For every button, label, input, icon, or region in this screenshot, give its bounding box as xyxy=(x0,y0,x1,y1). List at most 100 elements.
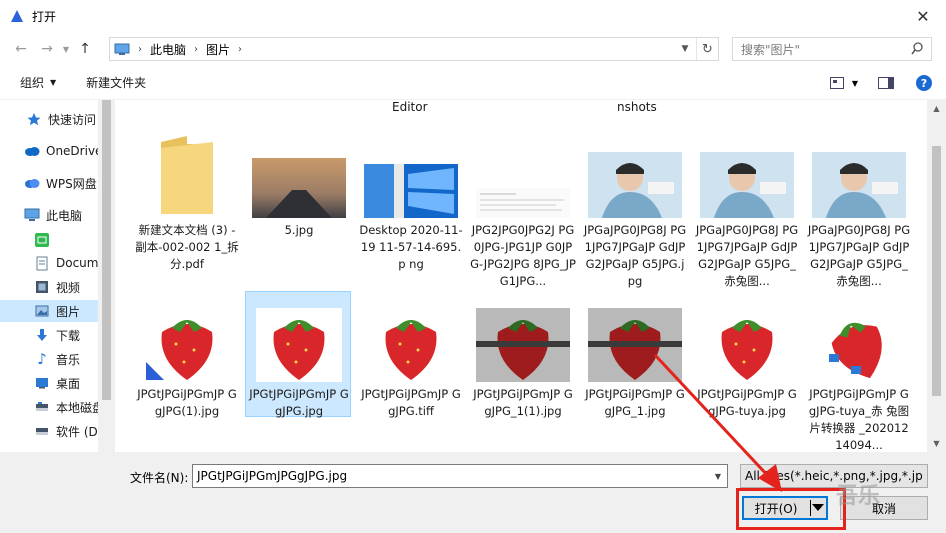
help-button[interactable]: ? xyxy=(916,75,932,91)
forward-button[interactable]: → xyxy=(34,36,60,62)
back-button[interactable]: ← xyxy=(8,36,34,62)
view-options-chevron-icon[interactable]: ▼ xyxy=(852,79,858,88)
file-list-scrollbar[interactable]: ▲ ▼ xyxy=(927,100,946,452)
pictures-icon xyxy=(34,303,50,319)
watermark-logo: 吾乐 xyxy=(836,484,881,509)
arrow-right-icon: → xyxy=(41,41,53,57)
breadcrumb-this-pc[interactable]: 此电脑 xyxy=(150,41,186,58)
search-icon xyxy=(911,42,923,55)
file-item[interactable]: Desktop 2020-11-19 11-57-14-695.p ng xyxy=(358,128,464,278)
navigation-bar: ← → ▼ ↑ › 此电脑 › 图片 › ▼ ↻ 搜索"图片" xyxy=(0,32,946,66)
title-bar: 打开 ✕ xyxy=(0,0,946,32)
image-thumbnail xyxy=(364,164,458,218)
computer-icon xyxy=(24,207,40,223)
window-title: 打开 xyxy=(32,9,57,24)
cloud-icon xyxy=(24,175,40,191)
filename-dropdown-button[interactable]: ▼ xyxy=(709,465,727,487)
navigation-pane-scrollbar[interactable] xyxy=(98,100,115,452)
file-label-partial: Editor xyxy=(392,100,428,114)
file-list: Editor nshots 新建文本文档 (3) - 副本-002-002 1_… xyxy=(115,100,927,452)
file-item[interactable]: JPGaJPG0JPG8J PG1JPG7JPGaJP GdJPG2JPGaJP… xyxy=(582,128,688,288)
new-folder-label: 新建文件夹 xyxy=(86,76,147,90)
strawberry-thumbnail xyxy=(144,308,230,382)
chevron-down-icon: ▼ xyxy=(681,44,689,54)
scroll-up-button[interactable]: ▲ xyxy=(927,100,946,117)
file-item-selected[interactable]: JPGtJPGiJPGmJP GgJPG.jpg xyxy=(245,291,351,418)
strawberry-thumbnail xyxy=(368,308,454,382)
chevron-down-icon: ▼ xyxy=(62,44,70,54)
breadcrumb-separator-icon: › xyxy=(194,43,199,55)
address-bar[interactable]: › 此电脑 › 图片 › ▼ ↻ xyxy=(109,37,719,61)
scrollbar-thumb[interactable] xyxy=(102,100,111,400)
file-item[interactable]: JPGtJPGiJPGmJP GgJPG-tuya.jpg xyxy=(694,292,800,452)
navigation-pane: 快速访问 OneDrive WPS网盘 此电脑 Docum 视频 图片 下载 ♪… xyxy=(0,100,98,452)
new-folder-button[interactable]: 新建文件夹 xyxy=(86,74,146,91)
sidebar-item-wps-cloud[interactable]: WPS网盘 xyxy=(0,172,98,194)
sidebar-item-documents[interactable]: Docum xyxy=(0,252,98,274)
recent-locations-button[interactable]: ▼ xyxy=(60,36,72,62)
refresh-button[interactable]: ↻ xyxy=(696,38,718,60)
music-icon: ♪ xyxy=(37,350,47,368)
strawberry-thumbnail xyxy=(476,308,570,382)
sidebar-item-desktop[interactable]: 桌面 xyxy=(0,372,98,394)
sidebar-item-videos[interactable]: 视频 xyxy=(0,276,98,298)
image-thumbnail xyxy=(588,152,682,218)
address-dropdown-button[interactable]: ▼ xyxy=(676,38,694,60)
file-item[interactable]: 5.jpg xyxy=(246,128,352,278)
strawberry-thumbnail xyxy=(588,308,682,382)
preview-pane-icon[interactable] xyxy=(878,77,894,89)
file-type-value: All Files(*.heic,*.png,*.jpg,*.jp xyxy=(745,469,923,483)
sidebar-item-this-pc[interactable]: 此电脑 xyxy=(0,204,98,226)
app-icon xyxy=(34,232,50,248)
video-icon xyxy=(34,279,50,295)
file-item[interactable]: JPG2JPG0JPG2J PG0JPG-JPG1JP G0JPG-JPG2JP… xyxy=(470,128,576,288)
close-icon: ✕ xyxy=(916,6,930,26)
sidebar-item-software-drive[interactable]: 软件 (D xyxy=(0,420,98,442)
folder-icon xyxy=(161,136,213,214)
file-label-partial: nshots xyxy=(617,100,657,114)
filename-input[interactable]: JPGtJPGiJPGmJPGgJPG.jpg ▼ xyxy=(192,464,728,488)
search-input[interactable]: 搜索"图片" xyxy=(732,37,932,61)
drive-icon xyxy=(34,423,50,439)
breadcrumb-separator-icon: › xyxy=(138,43,142,55)
file-item[interactable]: JPGtJPGiJPGmJP GgJPG.tiff xyxy=(358,292,464,452)
organize-label: 组织 xyxy=(20,76,45,90)
strawberry-thumbnail xyxy=(704,308,790,382)
download-icon xyxy=(34,327,50,343)
image-thumbnail xyxy=(812,152,906,218)
file-item[interactable]: 新建文本文档 (3) - 副本-002-002 1_拆分.pdf xyxy=(134,128,240,278)
app-icon xyxy=(11,10,23,22)
scrollbar-thumb[interactable] xyxy=(932,146,941,396)
file-item[interactable]: JPGtJPGiJPGmJP GgJPG-tuya_赤 兔图片转换器 _2020… xyxy=(806,292,912,452)
change-view-icon[interactable] xyxy=(829,77,844,89)
star-icon xyxy=(26,111,42,127)
file-type-select[interactable]: All Files(*.heic,*.png,*.jpg,*.jp xyxy=(740,464,928,488)
chevron-down-icon: ▼ xyxy=(714,471,722,481)
sidebar-item-app[interactable] xyxy=(0,229,98,251)
sidebar-item-onedrive[interactable]: OneDrive xyxy=(0,140,98,162)
file-item[interactable]: JPGaJPG0JPG8J PG1JPG7JPGaJP GdJPG2JPGaJP… xyxy=(806,128,912,288)
sidebar-item-local-disk[interactable]: 本地磁盘 xyxy=(0,396,98,418)
sidebar-item-quick-access[interactable]: 快速访问 xyxy=(0,108,98,130)
close-button[interactable]: ✕ xyxy=(900,0,946,32)
sidebar-item-pictures[interactable]: 图片 xyxy=(0,300,98,322)
arrow-up-icon: ↑ xyxy=(79,41,91,57)
chevron-down-icon: ▼ xyxy=(933,439,940,448)
document-icon xyxy=(34,255,50,271)
file-item[interactable]: JPGtJPGiJPGmJP GgJPG_1(1).jpg xyxy=(470,292,576,452)
sidebar-item-downloads[interactable]: 下载 xyxy=(0,324,98,346)
search-placeholder: 搜索"图片" xyxy=(741,42,801,57)
highlight-box xyxy=(736,488,846,530)
up-button[interactable]: ↑ xyxy=(72,36,98,62)
scroll-down-button[interactable]: ▼ xyxy=(927,435,946,452)
file-item[interactable]: JPGtJPGiJPGmJP GgJPG_1.jpg xyxy=(582,292,688,452)
breadcrumb-pictures[interactable]: 图片 xyxy=(206,41,230,58)
sidebar-item-music[interactable]: ♪ 音乐 xyxy=(0,348,98,370)
file-item[interactable]: JPGtJPGiJPGmJP GgJPG(1).jpg xyxy=(134,292,240,452)
arrow-left-icon: ← xyxy=(15,41,27,57)
computer-icon xyxy=(114,43,130,55)
organize-menu-button[interactable]: 组织 ▼ xyxy=(20,74,56,91)
document-thumbnail xyxy=(476,188,570,218)
breadcrumb-separator-icon: › xyxy=(238,43,243,55)
file-item[interactable]: JPGaJPG0JPG8J PG1JPG7JPGaJP GdJPG2JPGaJP… xyxy=(694,128,800,288)
